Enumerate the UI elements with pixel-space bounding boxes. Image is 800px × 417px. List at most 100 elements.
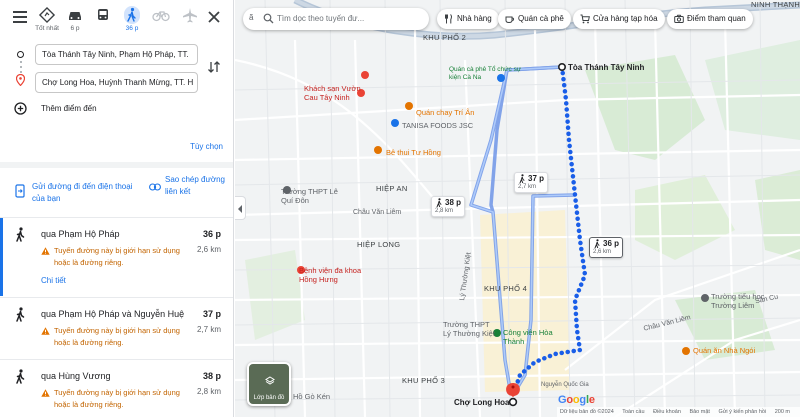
callout-time: 36 p — [603, 239, 620, 248]
restaurant-marker — [405, 102, 413, 110]
route-option-3[interactable]: qua Hùng Vương 38 p 2,8 km Tuyến đường n… — [0, 360, 233, 417]
attribution-global[interactable]: Toàn cầu — [622, 409, 644, 415]
callout-distance: 2,7 km — [518, 184, 537, 190]
add-circle-icon — [14, 102, 27, 115]
route-distance: 2,7 km — [196, 325, 221, 334]
chip-cafes[interactable]: Quán cà phê — [498, 9, 571, 29]
route-title: qua Phạm Hộ Pháp và Nguyễn Huệ — [41, 309, 185, 319]
end-location-label: Chợ Long Hoa — [454, 398, 510, 407]
poi-label: Quán ăn Nhà Ngói — [693, 346, 756, 355]
walk-icon — [16, 227, 25, 242]
warning-icon — [41, 389, 50, 397]
section-divider — [0, 162, 233, 168]
mode-car-label: 6 p — [70, 25, 80, 32]
route-details-link[interactable]: Chi tiết — [41, 276, 66, 285]
map-layers-label: Lớp bản đồ — [253, 395, 285, 401]
mode-transit[interactable] — [89, 6, 117, 25]
callout-time: 38 p — [445, 198, 462, 207]
route-warning-text: Tuyến đường này bị giới hạn sử dụng hoặc… — [54, 246, 180, 267]
callout-distance: 2,8 km — [435, 208, 454, 214]
close-icon[interactable] — [205, 8, 223, 26]
mode-flight[interactable] — [176, 6, 204, 25]
callout-time: 37 p — [528, 174, 545, 183]
mode-walk[interactable]: 36 p — [118, 6, 146, 32]
map-canvas[interactable]: ã Tìm dọc theo tuyến đư... Nhà hàng Quán… — [235, 0, 800, 417]
poi-label: Khách sạn Vườn Cau Tây Ninh — [304, 84, 361, 102]
swap-icon[interactable] — [207, 60, 221, 74]
area-label: HIỆP AN — [376, 184, 408, 193]
area-label: KHU PHỐ 3 — [402, 376, 446, 385]
route-search-placeholder: Tìm dọc theo tuyến đư... — [277, 14, 365, 23]
flight-icon — [183, 8, 197, 23]
collapse-panel-button[interactable] — [235, 196, 246, 220]
chip-restaurants[interactable]: Nhà hàng — [437, 9, 499, 29]
car-icon — [69, 12, 81, 20]
road-label: Châu Văn Liêm — [353, 209, 402, 216]
destination-pin-icon — [16, 74, 25, 86]
attribution-terms[interactable]: Điều khoản — [653, 409, 681, 415]
walk-icon — [519, 174, 525, 184]
area-label: KHU PHỐ 4 — [484, 284, 528, 293]
layers-icon — [265, 376, 275, 385]
origin-dot-icon — [17, 51, 24, 58]
route-duration: 38 p — [202, 371, 221, 381]
restaurant-icon — [445, 14, 452, 24]
restaurant-marker — [682, 347, 690, 355]
poi-label: Quán cà phê Tổ chức sự kiện Cà Na — [449, 66, 522, 81]
input-tools-button[interactable]: ã — [249, 13, 253, 22]
share-row: Gửi đường đi đến điện thoại của bạn Sao … — [0, 175, 233, 216]
map-layers-button[interactable]: Lớp bản đồ — [247, 362, 291, 406]
route-option-1[interactable]: qua Phạm Hộ Pháp 36 p 2,6 km Tuyến đường… — [0, 218, 233, 296]
poi-label: Hồ Gò Kén — [293, 392, 331, 401]
bicycle-icon — [152, 11, 170, 22]
route-duration: 37 p — [202, 309, 221, 319]
route-warning-text: Tuyến đường này bị giới hạn sử dụng hoặc… — [54, 326, 180, 347]
chip-restaurants-label: Nhà hàng — [457, 14, 492, 23]
directions-panel: Tốt nhất 6 p 36 p Tòa Thánh Tây Ninh, Ph… — [0, 0, 234, 417]
chip-grocery[interactable]: Cửa hàng tạp hóa — [573, 9, 665, 29]
school-marker — [701, 294, 709, 302]
walk-icon — [16, 369, 25, 384]
road-label: Nguyễn Quốc Gia — [541, 382, 589, 388]
add-destination-button[interactable]: Thêm điểm đến — [14, 102, 214, 116]
route-option-2[interactable]: qua Phạm Hộ Pháp và Nguyễn Huệ 37 p 2,7 … — [0, 298, 233, 358]
send-to-phone-label: Gửi đường đi đến điện thoại của bạn — [32, 182, 133, 203]
chip-attractions[interactable]: Điểm tham quan — [667, 9, 753, 29]
route-distance: 2,8 km — [196, 387, 221, 396]
mode-best[interactable]: Tốt nhất — [33, 6, 61, 32]
area-label: HIỆP LONG — [357, 240, 401, 249]
options-link[interactable]: Tùy chọn — [190, 142, 223, 151]
connector-dots-icon — [20, 61, 22, 75]
phone-send-icon — [15, 184, 25, 198]
route-duration: 36 p — [202, 229, 221, 239]
start-location-label: Tòa Thánh Tây Ninh — [568, 63, 645, 72]
transit-icon — [98, 9, 108, 20]
end-marker — [508, 397, 518, 407]
mode-bicycle[interactable] — [147, 6, 175, 25]
map-scale[interactable]: 200 m — [775, 409, 790, 415]
attribution-privacy[interactable]: Bảo mật — [689, 409, 709, 415]
add-destination-label: Thêm điểm đến — [41, 104, 97, 113]
origin-field[interactable]: Tòa Thánh Tây Ninh, Phạm Hộ Pháp, TT. — [35, 44, 198, 65]
copy-link-label: Sao chép đường liên kết — [165, 175, 225, 196]
poi-label: Quán chay Trí Ân — [416, 108, 475, 117]
route-duration-callout[interactable]: 37 p 2,7 km — [514, 172, 549, 193]
hotel-marker — [361, 71, 369, 79]
menu-icon[interactable] — [10, 8, 30, 28]
travel-mode-bar: Tốt nhất 6 p 36 p — [0, 0, 233, 38]
mode-car[interactable]: 6 p — [61, 6, 89, 32]
route-duration-callout-selected[interactable]: 36 p 2,6 km — [589, 237, 624, 258]
chip-grocery-label: Cửa hàng tạp hóa — [593, 14, 658, 23]
walk-icon — [594, 239, 600, 249]
attribution-feedback[interactable]: Gửi ý kiến phản hồi — [718, 409, 766, 415]
walk-icon — [124, 6, 140, 24]
best-route-icon — [38, 6, 56, 24]
mode-walk-label: 36 p — [125, 25, 139, 32]
route-search-box[interactable]: ã Tìm dọc theo tuyến đư... — [243, 8, 429, 30]
route-duration-callout[interactable]: 38 p 2,8 km — [431, 196, 466, 217]
business-marker — [391, 119, 399, 127]
route-warning-text: Tuyến đường này bị giới hạn sử dụng hoặc… — [54, 388, 180, 409]
poi-label: Trường THPT Lê Quí Đôn — [281, 187, 338, 205]
walk-icon — [436, 198, 442, 208]
destination-field[interactable]: Chợ Long Hoa, Huỳnh Thanh Mừng, TT. H — [35, 72, 198, 93]
